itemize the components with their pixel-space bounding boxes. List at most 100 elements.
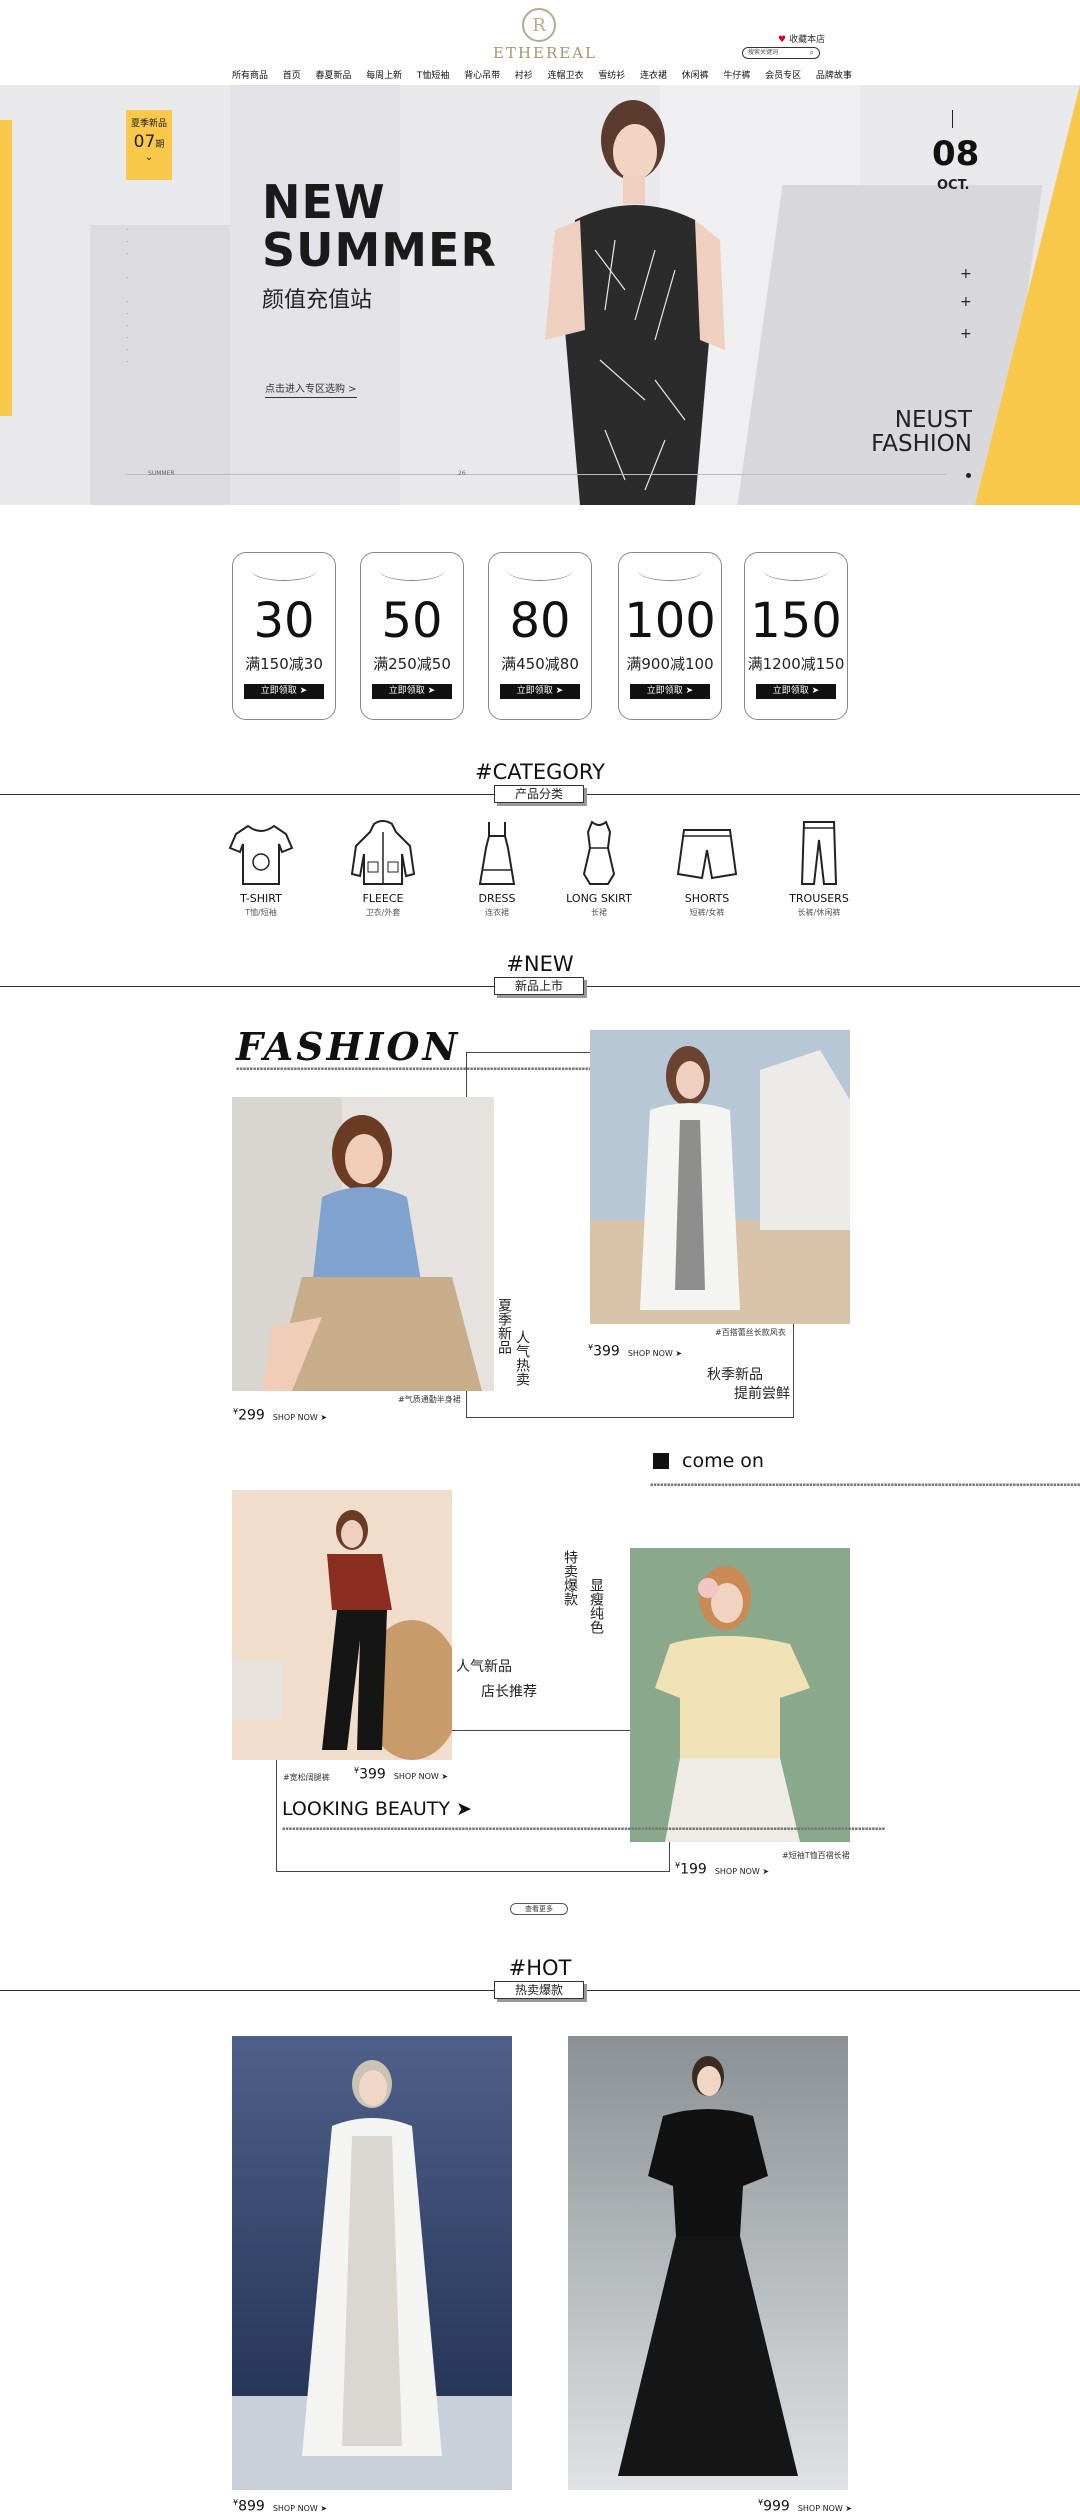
date-divider <box>952 110 953 128</box>
logo-mark[interactable]: R <box>522 8 556 42</box>
hero-model-image <box>545 100 725 505</box>
search-icon[interactable]: ⌕ <box>810 48 814 58</box>
trousers-icon <box>800 821 838 885</box>
come-on-heading: come on <box>682 1450 764 1472</box>
nav-item[interactable]: 春夏新品 <box>315 68 351 81</box>
dress-icon <box>478 822 516 885</box>
hero-bottom-label: SUMMER <box>148 470 175 477</box>
claim-coupon-button[interactable]: 立即领取 ➤ <box>756 684 836 699</box>
vertical-tagline: 人气热卖 <box>514 1330 530 1386</box>
product-image-yellow-tee[interactable] <box>630 1548 850 1842</box>
nav-item[interactable]: 衬衫 <box>515 68 533 81</box>
looking-beauty-heading[interactable]: LOOKING BEAUTY ➤ <box>282 1798 472 1820</box>
shorts-icon <box>676 829 738 880</box>
placeholder-text: ▪▪▪▪▪▪▪▪▪▪▪▪▪▪▪▪▪▪▪▪▪▪▪▪▪▪▪▪▪▪▪▪▪▪▪▪▪▪▪▪… <box>650 1482 1080 1488</box>
claim-coupon-button[interactable]: 立即领取 ➤ <box>372 684 452 699</box>
tagline-popular: 人气新品 <box>456 1659 512 1675</box>
nav-item[interactable]: 牛仔裤 <box>723 68 750 81</box>
shop-now-link[interactable]: SHOP NOW ➤ <box>394 1772 448 1781</box>
vertical-tagline: 夏季新品 <box>496 1298 512 1354</box>
product-image-blue-shirt[interactable] <box>232 1097 494 1391</box>
nav-item[interactable]: T恤短袖 <box>417 68 450 81</box>
coupon-card: 100 满900减100 立即领取 ➤ <box>618 552 722 720</box>
shop-now-link[interactable]: SHOP NOW ➤ <box>715 1867 769 1876</box>
coupon-card: 80 满450减80 立即领取 ➤ <box>488 552 592 720</box>
category-dress[interactable]: DRESS 连衣裙 <box>452 818 542 918</box>
category-shorts[interactable]: SHORTS 短裤/女裤 <box>662 818 752 918</box>
nav-item[interactable]: 背心吊带 <box>464 68 500 81</box>
placeholder-text: ▪▪▪▪▪▪▪▪▪▪▪▪▪▪▪▪▪▪▪▪▪▪▪▪▪▪▪▪▪▪▪▪▪▪▪▪▪▪▪▪… <box>236 1066 596 1072</box>
product-price: ¥399 SHOP NOW ➤ <box>588 1343 683 1360</box>
product-image-white-gown[interactable] <box>232 2036 512 2490</box>
product-caption: #百搭蕾丝长款风衣 <box>715 1328 786 1337</box>
category-fleece[interactable]: FLEECE 卫衣/外套 <box>338 818 428 918</box>
new-title: #NEW <box>506 952 574 976</box>
product-image-black-trousers[interactable] <box>232 1490 452 1760</box>
claim-coupon-button[interactable]: 立即领取 ➤ <box>630 684 710 699</box>
plus-icon: + <box>960 326 972 342</box>
badge-number: 07期 <box>133 132 165 152</box>
favorite-shop-link[interactable]: ♥ 收藏本店 <box>778 32 825 45</box>
hero-date-month: OCT. <box>937 178 970 193</box>
hero-date-day: 08 <box>932 134 980 174</box>
hero-enter-link[interactable]: 点击进入专区选购 > <box>265 380 357 398</box>
vertical-tagline: 特卖爆款 <box>562 1550 578 1606</box>
heart-icon: ♥ <box>778 35 787 45</box>
coupon-card: 150 满1200减150 立即领取 ➤ <box>744 552 848 720</box>
nav-item[interactable]: 所有商品 <box>232 68 268 81</box>
hero-subtitle: 颜值充值站 <box>262 288 373 313</box>
category-trousers[interactable]: TROUSERS 长裤/休闲裤 <box>774 818 864 918</box>
fashion-heading: FASHION <box>236 1024 461 1069</box>
product-image-black-gown[interactable] <box>568 2036 848 2490</box>
new-subtitle: 新品上市 <box>494 977 584 995</box>
search-placeholder: 搜索关键词 <box>748 49 779 56</box>
plus-icon: + <box>960 266 972 282</box>
category-long-skirt[interactable]: LONG SKIRT 长裙 <box>554 818 644 918</box>
yellow-accent-bar <box>0 120 12 416</box>
category-subtitle: 产品分类 <box>494 785 584 803</box>
product-price: ¥399 SHOP NOW ➤ <box>354 1766 449 1783</box>
shop-now-link[interactable]: SHOP NOW ➤ <box>628 1349 682 1358</box>
hero-bottom-line <box>126 474 946 475</box>
hero-dot-column: · · · · · · · · · · <box>126 226 129 366</box>
tagline-try: 提前尝鲜 <box>734 1386 790 1402</box>
placeholder-text: ▪▪▪▪▪▪▪▪▪▪▪▪▪▪▪▪▪▪▪▪▪▪▪▪▪▪▪▪▪▪▪▪▪▪▪▪▪▪▪▪… <box>282 1826 886 1832</box>
nav-item[interactable]: 品牌故事 <box>816 68 852 81</box>
hero-dot <box>966 473 971 478</box>
shop-now-link[interactable]: SHOP NOW ➤ <box>273 1413 327 1422</box>
square-icon <box>653 1453 669 1469</box>
nav-item[interactable]: 雪纺衫 <box>598 68 625 81</box>
product-price: ¥899 SHOP NOW ➤ <box>233 2498 328 2514</box>
tagline-recommend: 店长推荐 <box>481 1684 537 1700</box>
nav-item[interactable]: 每周上新 <box>366 68 402 81</box>
product-caption: #短袖T恤百褶长裙 <box>782 1851 850 1860</box>
hero-title: NEW SUMMER <box>262 175 497 277</box>
search-input[interactable]: 搜索关键词 ⌕ <box>742 47 820 59</box>
product-price: ¥999 SHOP NOW ➤ <box>758 2498 853 2514</box>
product-price: ¥199 SHOP NOW ➤ <box>675 1861 770 1878</box>
chevron-down-icon: ⌄ <box>144 152 154 163</box>
hoodie-icon <box>350 820 416 885</box>
main-nav: 所有商品 首页 春夏新品 每周上新 T恤短袖 背心吊带 衬衫 连帽卫衣 雪纺衫 … <box>232 68 852 81</box>
coupon-card: 50 满250减50 立即领取 ➤ <box>360 552 464 720</box>
logo-text[interactable]: ETHEREAL <box>490 44 600 62</box>
shop-now-link[interactable]: SHOP NOW ➤ <box>273 2504 327 2513</box>
badge-label: 夏季新品 <box>130 119 167 129</box>
category-tshirt[interactable]: T-SHIRT T恤/短袖 <box>216 818 306 918</box>
nav-item[interactable]: 连帽卫衣 <box>548 68 584 81</box>
nav-item[interactable]: 连衣裙 <box>640 68 667 81</box>
view-more-button[interactable]: 查看更多 <box>510 1903 568 1915</box>
hot-subtitle: 热卖爆款 <box>494 1981 584 1999</box>
vertical-tagline: 显瘦纯色 <box>588 1578 604 1634</box>
nav-item[interactable]: 首页 <box>283 68 301 81</box>
shop-now-link[interactable]: SHOP NOW ➤ <box>798 2504 852 2513</box>
claim-coupon-button[interactable]: 立即领取 ➤ <box>500 684 580 699</box>
product-image-white-coat[interactable] <box>590 1030 850 1324</box>
hero-bottom-number: 26 <box>458 470 466 477</box>
nav-item[interactable]: 会员专区 <box>765 68 801 81</box>
product-caption: #宽松阔腿裤 <box>283 1773 330 1782</box>
nav-item[interactable]: 休闲裤 <box>682 68 709 81</box>
claim-coupon-button[interactable]: 立即领取 ➤ <box>244 684 324 699</box>
tagline-autumn: 秋季新品 <box>707 1367 763 1383</box>
coupon-card: 30 满150减30 立即领取 ➤ <box>232 552 336 720</box>
